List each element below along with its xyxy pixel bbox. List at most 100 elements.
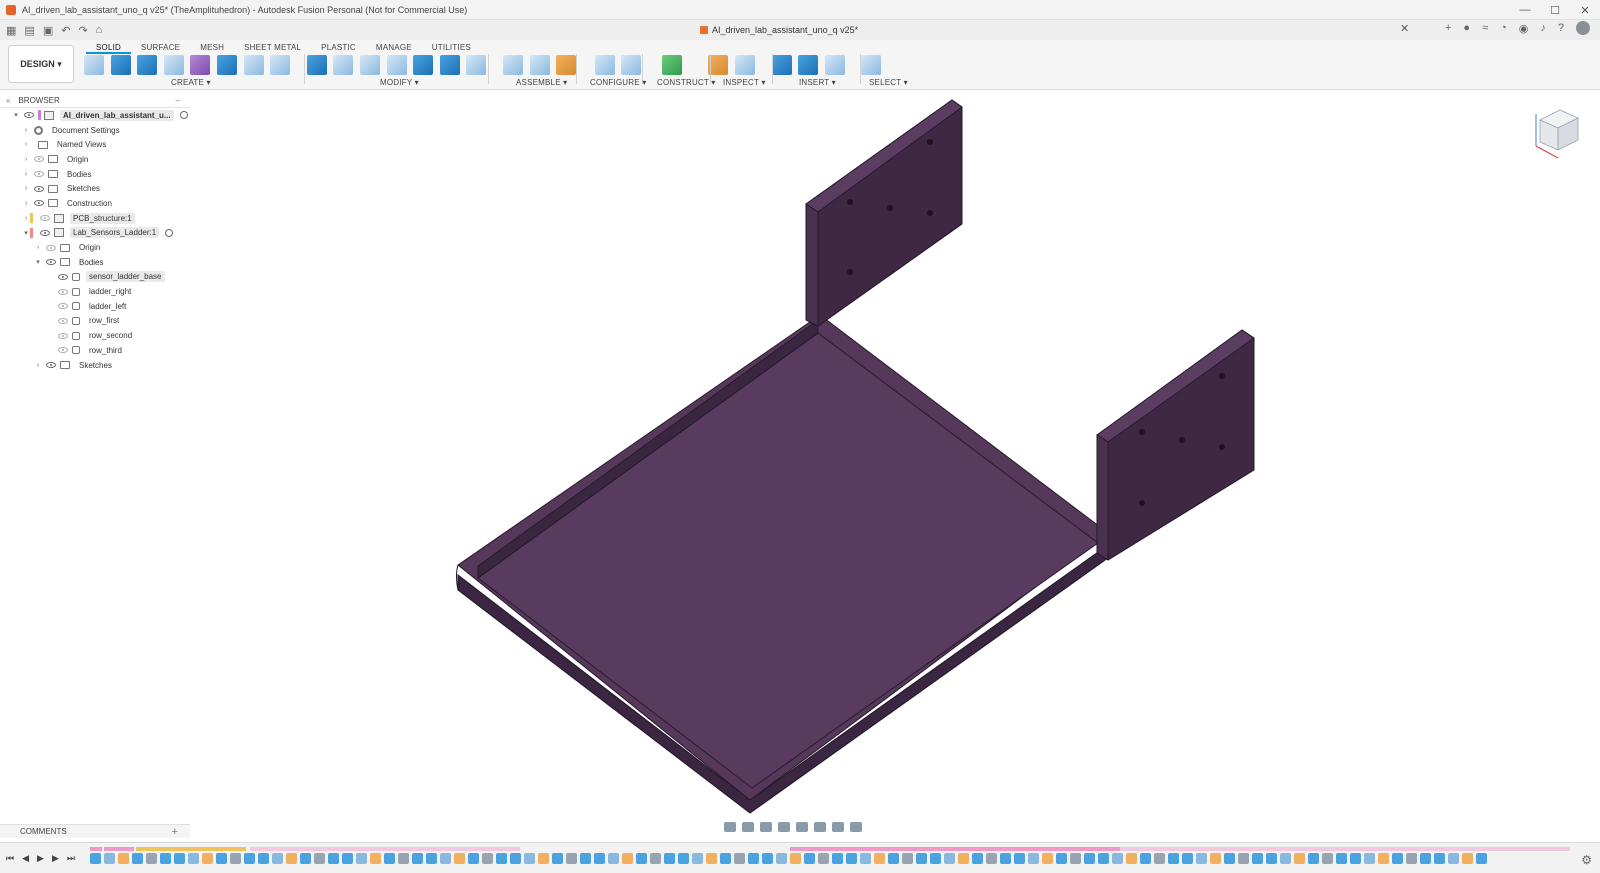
measure-icon[interactable] xyxy=(708,55,729,75)
derive-icon[interactable] xyxy=(270,55,291,75)
timeline-feature-icon[interactable] xyxy=(552,853,563,864)
undo-icon[interactable]: ↶ xyxy=(61,24,70,37)
timeline-feature-icon[interactable] xyxy=(748,853,759,864)
browser-collapse-icon[interactable]: « xyxy=(6,96,10,105)
timeline-feature-icon[interactable] xyxy=(972,853,983,864)
timeline-feature-icon[interactable] xyxy=(1112,853,1123,864)
timeline-feature-icon[interactable] xyxy=(356,853,367,864)
fit-icon[interactable] xyxy=(796,822,808,832)
create-sketch-icon[interactable] xyxy=(84,55,104,75)
maximize-button[interactable]: ☐ xyxy=(1540,0,1570,20)
timeline-feature-icon[interactable] xyxy=(1294,853,1305,864)
tree-item-construction[interactable]: › Construction xyxy=(0,196,190,211)
timeline-feature-icon[interactable] xyxy=(258,853,269,864)
timeline-feature-icon[interactable] xyxy=(412,853,423,864)
timeline-feature-icon[interactable] xyxy=(958,853,969,864)
online-status-icon[interactable]: ◉ xyxy=(1519,22,1529,35)
hole-icon[interactable] xyxy=(163,55,184,75)
tree-item-body[interactable]: row_third xyxy=(0,343,190,358)
add-comment-icon[interactable]: + xyxy=(172,826,178,838)
chevron-right-icon[interactable]: › xyxy=(34,362,42,369)
extensions-icon[interactable]: ● xyxy=(1463,22,1470,34)
tab-utilities[interactable]: UTILITIES xyxy=(422,42,481,54)
timeline-feature-icon[interactable] xyxy=(1014,853,1025,864)
timeline-feature-icon[interactable] xyxy=(944,853,955,864)
new-tab-icon[interactable]: + xyxy=(1445,22,1451,34)
tree-item-sub-origin[interactable]: › Origin xyxy=(0,240,190,255)
interference-icon[interactable] xyxy=(735,55,756,75)
tree-item-sub-bodies[interactable]: ▾ Bodies xyxy=(0,255,190,270)
tree-item-pcb-structure[interactable]: › PCB_structure:1 xyxy=(0,211,190,226)
timeline-feature-icon[interactable] xyxy=(692,853,703,864)
timeline-feature-icon[interactable] xyxy=(874,853,885,864)
group-select-menu[interactable]: SELECT ▾ xyxy=(869,78,908,87)
document-tab[interactable]: AI_driven_lab_assistant_uno_q v25* xyxy=(700,22,858,38)
timeline-feature-icon[interactable] xyxy=(104,853,115,864)
avatar[interactable] xyxy=(1576,21,1590,35)
timeline-feature-icon[interactable] xyxy=(776,853,787,864)
tree-item-sub-sketches[interactable]: › Sketches xyxy=(0,358,190,373)
revolve-icon[interactable] xyxy=(137,55,158,75)
configure-table-icon[interactable] xyxy=(621,55,642,75)
chevron-right-icon[interactable]: › xyxy=(22,215,30,222)
save-icon[interactable]: ▣ xyxy=(43,24,53,37)
timeline-feature-icon[interactable] xyxy=(510,853,521,864)
chevron-down-icon[interactable]: ▾ xyxy=(12,111,20,119)
timeline-feature-icon[interactable] xyxy=(832,853,843,864)
tree-item-named-views[interactable]: › Named Views xyxy=(0,137,190,152)
pan-icon[interactable] xyxy=(760,822,772,832)
grid-settings-icon[interactable] xyxy=(832,822,844,832)
select-icon[interactable] xyxy=(861,55,882,75)
comments-panel[interactable]: COMMENTS + xyxy=(0,824,190,838)
visibility-eye-icon[interactable] xyxy=(58,303,68,310)
timeline-feature-icon[interactable] xyxy=(860,853,871,864)
tree-item-bodies[interactable]: › Bodies xyxy=(0,167,190,182)
chevron-right-icon[interactable]: › xyxy=(22,185,30,192)
timeline-feature-icon[interactable] xyxy=(272,853,283,864)
timeline-feature-icon[interactable] xyxy=(524,853,535,864)
tree-item-origin[interactable]: › Origin xyxy=(0,152,190,167)
tab-surface[interactable]: SURFACE xyxy=(131,42,190,54)
tree-item-document-settings[interactable]: › Document Settings xyxy=(0,123,190,138)
combine-icon[interactable] xyxy=(413,55,434,75)
timeline-feature-icon[interactable] xyxy=(1378,853,1389,864)
chevron-right-icon[interactable]: › xyxy=(34,244,42,251)
timeline-feature-icon[interactable] xyxy=(1042,853,1053,864)
visibility-eye-icon[interactable] xyxy=(40,229,50,236)
pattern-icon[interactable] xyxy=(243,55,264,75)
visibility-eye-icon[interactable] xyxy=(58,288,68,295)
tree-item-body[interactable]: ladder_right xyxy=(0,284,190,299)
timeline-feature-icon[interactable] xyxy=(188,853,199,864)
timeline-feature-icon[interactable] xyxy=(300,853,311,864)
view-cube[interactable] xyxy=(1532,106,1582,161)
timeline-feature-icon[interactable] xyxy=(216,853,227,864)
ladder-right-model[interactable] xyxy=(1096,329,1255,561)
shell-icon[interactable] xyxy=(386,55,407,75)
timeline-feature-icon[interactable] xyxy=(846,853,857,864)
timeline-feature-icon[interactable] xyxy=(1448,853,1459,864)
timeline-feature-icon[interactable] xyxy=(1210,853,1221,864)
timeline-forward-button[interactable]: ▶ xyxy=(52,853,59,864)
group-insert-menu[interactable]: INSERT ▾ xyxy=(799,78,836,87)
timeline-feature-icon[interactable] xyxy=(1434,853,1445,864)
timeline-feature-icon[interactable] xyxy=(1140,853,1151,864)
group-assemble-menu[interactable]: ASSEMBLE ▾ xyxy=(516,78,567,87)
loft-icon[interactable] xyxy=(216,55,237,75)
timeline-feature-icon[interactable] xyxy=(678,853,689,864)
extrude-icon[interactable] xyxy=(110,55,131,75)
timeline-feature-icon[interactable] xyxy=(482,853,493,864)
timeline-feature-icon[interactable] xyxy=(90,853,101,864)
timeline-feature-icon[interactable] xyxy=(902,853,913,864)
chevron-right-icon[interactable]: › xyxy=(22,200,30,207)
timeline-feature-icon[interactable] xyxy=(1084,853,1095,864)
configure-icon[interactable] xyxy=(594,55,615,75)
timeline-feature-icon[interactable] xyxy=(580,853,591,864)
timeline-feature-icon[interactable] xyxy=(538,853,549,864)
timeline-feature-icon[interactable] xyxy=(1154,853,1165,864)
timeline-feature-icon[interactable] xyxy=(930,853,941,864)
timeline-feature-icon[interactable] xyxy=(1364,853,1375,864)
chevron-right-icon[interactable]: › xyxy=(22,171,30,178)
joint-icon[interactable] xyxy=(529,55,550,75)
timeline-feature-icon[interactable] xyxy=(468,853,479,864)
group-construct-menu[interactable]: CONSTRUCT ▾ xyxy=(657,78,716,87)
